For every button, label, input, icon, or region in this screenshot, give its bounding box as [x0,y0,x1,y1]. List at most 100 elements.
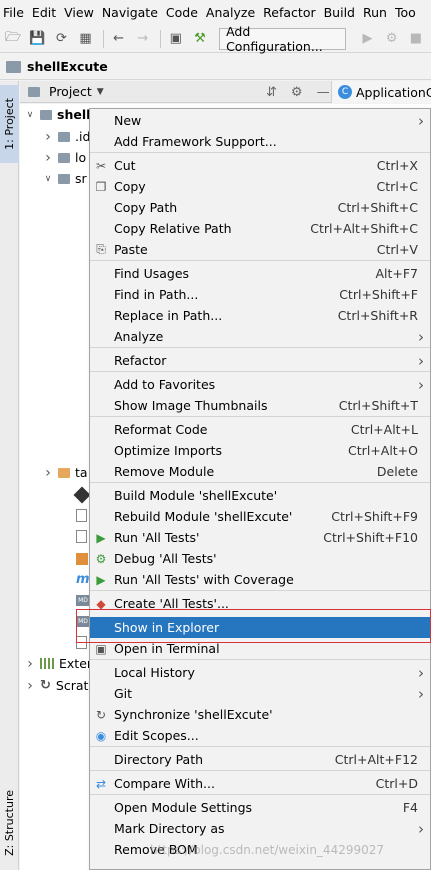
menu-item-add-to-favorites[interactable]: Add to Favorites › [90,374,430,395]
project-tool-tab[interactable]: 1: Project [0,85,19,163]
menu-code[interactable]: Code [166,5,198,20]
menu-item-paste[interactable]: ⎘ Paste Ctrl+V [90,239,430,260]
menu-item-show-in-explorer[interactable]: Show in Explorer [90,617,430,638]
folder-icon [40,109,52,120]
structure-tool-tab[interactable]: Z: Structure [0,781,19,865]
menu-item-copy-relative-path[interactable]: Copy Relative Path Ctrl+Alt+Shift+C [90,218,430,239]
terminal-icon: ▣ [95,641,107,656]
menu-navigate[interactable]: Navigate [102,5,158,20]
toolbar-divider [102,29,104,48]
menu-item-build-module-shellexcute[interactable]: Build Module 'shellExcute' [90,485,430,506]
chevron-right-icon[interactable]: › [42,129,54,145]
breadcrumb-project[interactable]: shellExcute [27,59,108,74]
project-view-selector[interactable]: Project [49,84,92,99]
menu-item-show-image-thumbnails[interactable]: Show Image Thumbnails Ctrl+Shift+T [90,395,430,416]
chevron-down-icon[interactable]: ∨ [24,110,36,120]
hide-panel-icon[interactable]: — [317,85,330,100]
sync-icon[interactable]: ⟳ [52,29,70,49]
menu-item-replace-in-path[interactable]: Replace in Path... Ctrl+Shift+R [90,305,430,326]
tree-row[interactable]: › lo [42,147,86,168]
menu-run[interactable]: Run [363,5,387,20]
menu-item-directory-path[interactable]: Directory Path Ctrl+Alt+F12 [90,749,430,770]
menu-item-rebuild-module-shellexcute[interactable]: Rebuild Module 'shellExcute' Ctrl+Shift+F… [90,506,430,527]
tree-row[interactable]: ∨ shell [24,104,91,125]
tree-row[interactable]: › ↻ Scrat [24,675,88,696]
build-hammer-icon[interactable]: ⚒ [191,29,209,49]
chevron-down-icon[interactable]: ∨ [42,174,54,184]
menu-separator [90,794,430,795]
menu-item-copy-path[interactable]: Copy Path Ctrl+Shift+C [90,197,430,218]
menu-item-optimize-imports[interactable]: Optimize Imports Ctrl+Alt+O [90,440,430,461]
collapse-all-icon[interactable]: ⇵ [266,85,277,100]
chevron-right-icon[interactable]: › [24,656,36,672]
menu-separator [90,482,430,483]
back-icon[interactable]: ← [110,29,128,49]
main-toolbar: 🗁 💾 ⟳ ▦ ← → ▣ ⚒ Add Configuration... ▶ ⚙… [0,24,431,54]
menu-item-reformat-code[interactable]: Reformat Code Ctrl+Alt+L [90,419,430,440]
breadcrumb: shellExcute [0,54,431,80]
menu-item-open-in-terminal[interactable]: ▣ Open in Terminal [90,638,430,659]
menu-view[interactable]: View [64,5,94,20]
tree-row-label: ta [75,465,88,480]
chevron-down-icon[interactable]: ▼ [97,87,104,97]
editor-tab-application[interactable]: C ApplicationC [331,81,431,103]
menu-item-shortcut: Ctrl+Shift+F [339,287,418,302]
menu-item-create-all-tests[interactable]: ◆ Create 'All Tests'... [90,593,430,614]
menu-file[interactable]: File [3,5,24,20]
menu-item-open-module-settings[interactable]: Open Module Settings F4 [90,797,430,818]
menu-item-refactor[interactable]: Refactor › [90,350,430,371]
folder-icon [58,467,70,478]
menu-item-run-all-tests[interactable]: ▶ Run 'All Tests' Ctrl+Shift+F10 [90,527,430,548]
debug-icon[interactable]: ⚙ [383,29,401,49]
forward-icon[interactable]: → [134,29,152,49]
chevron-right-icon[interactable]: › [42,465,54,481]
menu-build[interactable]: Build [324,5,355,20]
chevron-right-icon[interactable]: › [24,678,36,694]
open-folder-icon[interactable]: 🗁 [4,29,22,49]
menu-item-mark-directory-as[interactable]: Mark Directory as › [90,818,430,839]
project-folder-icon [6,60,21,73]
menu-item-add-framework-support[interactable]: Add Framework Support... [90,131,430,152]
menu-item-edit-scopes[interactable]: ◉ Edit Scopes... [90,725,430,746]
menu-edit[interactable]: Edit [32,5,56,20]
project-structure-icon[interactable]: ▣ [167,29,185,49]
menu-item-find-in-path[interactable]: Find in Path... Ctrl+Shift+F [90,284,430,305]
stop-icon[interactable]: ■ [407,29,425,49]
menu-item-label: Run 'All Tests' with Coverage [114,572,294,587]
menu-item-shortcut: Ctrl+Shift+C [337,200,418,215]
folder-icon[interactable]: ▦ [76,29,94,49]
menu-item-git[interactable]: Git › [90,683,430,704]
menu-item-run-all-tests-with-coverage[interactable]: ▶ Run 'All Tests' with Coverage [90,569,430,590]
menu-item-find-usages[interactable]: Find Usages Alt+F7 [90,263,430,284]
add-configuration-button[interactable]: Add Configuration... [219,24,347,54]
maven-icon: m [76,572,90,587]
menu-refactor[interactable]: Refactor [263,5,315,20]
menu-item-new[interactable]: New › [90,110,430,131]
run-icon[interactable]: ▶ [358,29,376,49]
tree-row[interactable]: › ta [42,462,88,483]
menu-item-remove-module[interactable]: Remove Module Delete [90,461,430,482]
menu-analyze[interactable]: Analyze [206,5,255,20]
tree-row[interactable]: ∨ sr [42,168,87,189]
menu-too[interactable]: Too [395,5,416,20]
menu-bar: File Edit View Navigate Code Analyze Refactor B… [0,0,431,25]
menu-item-local-history[interactable]: Local History › [90,662,430,683]
chevron-right-icon[interactable]: › [42,150,54,166]
menu-item-debug-all-tests[interactable]: ⚙ Debug 'All Tests' [90,548,430,569]
menu-item-label: Add Framework Support... [114,134,277,149]
markdown-icon: MD [76,616,90,627]
menu-item-compare-with[interactable]: ⇄ Compare With... Ctrl+D [90,773,430,794]
menu-item-cut[interactable]: ✂ Cut Ctrl+X [90,155,430,176]
gear-icon[interactable]: ⚙ [291,85,303,100]
tree-row[interactable]: › .id [42,126,90,147]
library-icon [40,658,54,669]
menu-item-analyze[interactable]: Analyze › [90,326,430,347]
chevron-right-icon: › [418,684,424,703]
menu-item-synchronize-shellexcute[interactable]: ↻ Synchronize 'shellExcute' [90,704,430,725]
save-icon[interactable]: 💾 [28,29,46,49]
menu-item-copy[interactable]: ❐ Copy Ctrl+C [90,176,430,197]
tree-row[interactable]: › Exter [24,653,92,674]
menu-item-shortcut: Delete [376,464,418,479]
sync-icon: ↻ [95,707,107,722]
tree-row-label: shell [57,107,91,122]
